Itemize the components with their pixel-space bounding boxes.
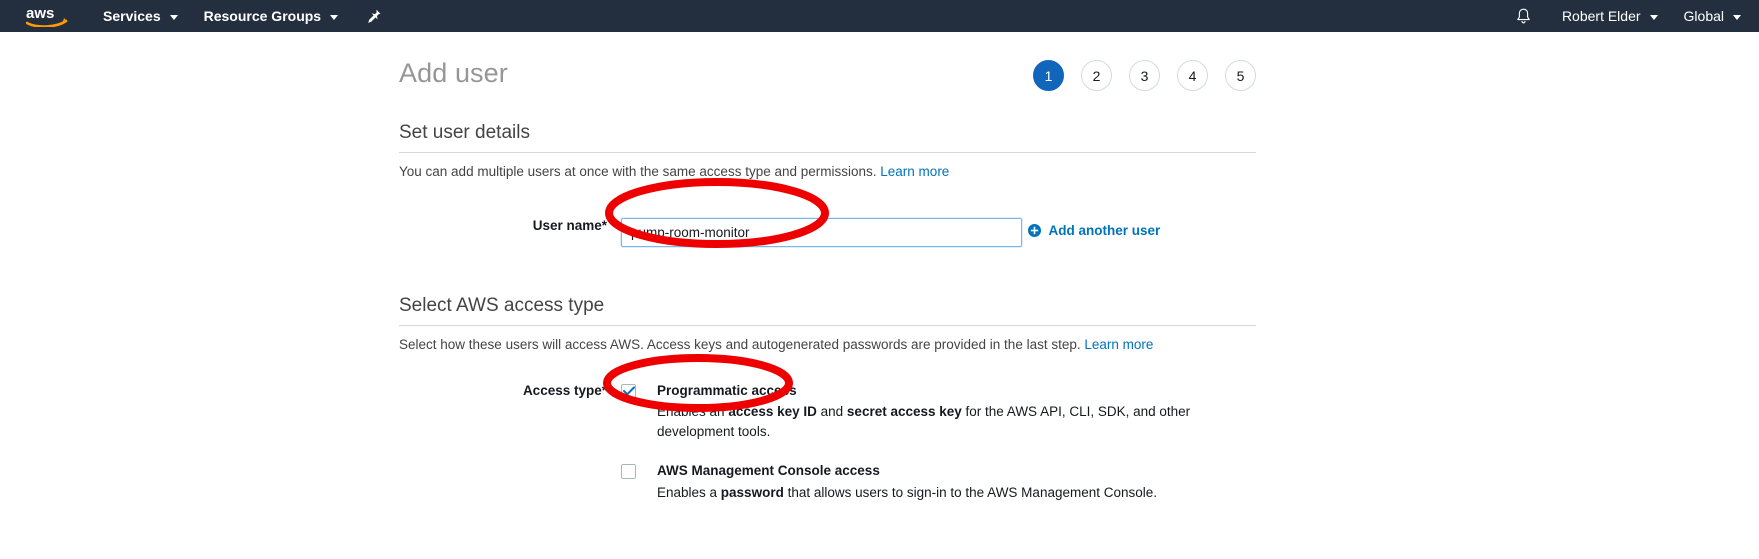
access-type-label: Access type* xyxy=(522,382,607,398)
console-access-title: AWS Management Console access xyxy=(657,463,880,479)
access-type-options: Programmatic access Enables an access ke… xyxy=(621,382,1256,503)
add-another-user-button[interactable]: Add another user xyxy=(1028,223,1160,238)
nav-right-group: Robert Elder Global xyxy=(1498,0,1759,32)
wizard-step-indicator: 1 2 3 4 5 xyxy=(1033,32,1256,91)
nav-item-region-menu[interactable]: Global xyxy=(1671,0,1759,32)
page-title: Add user xyxy=(399,58,508,88)
access-type-option-programmatic[interactable]: Programmatic access Enables an access ke… xyxy=(621,382,1256,442)
username-label: User name* xyxy=(532,217,607,233)
console-access-checkbox[interactable] xyxy=(621,464,636,480)
set-user-details-description: You can add multiple users at once with … xyxy=(399,163,1256,182)
wizard-step-1-number: 1 xyxy=(1044,67,1053,84)
access-type-block: Access type* Programmatic access Enables… xyxy=(399,382,1256,503)
wizard-step-1[interactable]: 1 xyxy=(1033,60,1064,91)
pin-icon[interactable] xyxy=(351,0,397,32)
nav-item-resource-groups[interactable]: Resource Groups xyxy=(191,0,351,32)
nav-services-label: Services xyxy=(103,8,161,24)
title-row: Add user 1 2 3 4 5 xyxy=(399,32,1256,91)
username-input[interactable] xyxy=(621,217,1022,247)
username-form-row: User name* Add another user xyxy=(399,213,1256,247)
wizard-step-2[interactable]: 2 xyxy=(1081,60,1112,91)
page-body: Add user 1 2 3 4 5 Set user details You … xyxy=(0,32,1759,503)
programmatic-access-checkbox[interactable] xyxy=(621,383,636,399)
wizard-step-2-number: 2 xyxy=(1092,67,1101,84)
programmatic-access-title: Programmatic access xyxy=(657,382,797,398)
wizard-step-3-number: 3 xyxy=(1140,67,1149,84)
bell-icon[interactable] xyxy=(1498,0,1549,32)
programmatic-access-description: Enables an access key ID and secret acce… xyxy=(657,404,1191,439)
select-access-type-description: Select how these users will access AWS. … xyxy=(399,336,1256,355)
console-access-description: Enables a password that allows users to … xyxy=(657,485,1158,500)
wizard-step-4-number: 4 xyxy=(1188,67,1197,84)
username-field-wrapper: Add another user xyxy=(621,213,1256,247)
add-another-user-label: Add another user xyxy=(1048,222,1161,238)
top-navigation-bar: aws Services Resource Groups Robert Elde… xyxy=(0,0,1759,32)
nav-resource-groups-label: Resource Groups xyxy=(203,8,322,24)
set-user-details-learn-more-link[interactable]: Learn more xyxy=(880,164,949,179)
select-access-type-heading: Select AWS access type xyxy=(399,295,1256,326)
chevron-down-icon xyxy=(1733,14,1741,20)
account-name-label: Robert Elder xyxy=(1561,8,1641,24)
wizard-step-4[interactable]: 4 xyxy=(1177,60,1208,91)
programmatic-access-text: Programmatic access Enables an access ke… xyxy=(657,382,1256,442)
wizard-step-3[interactable]: 3 xyxy=(1129,60,1160,91)
region-label: Global xyxy=(1683,8,1724,24)
checkmark-icon xyxy=(622,386,635,396)
nav-left-group: aws Services Resource Groups xyxy=(0,0,397,32)
chevron-down-icon xyxy=(1649,14,1658,20)
nav-item-account-menu[interactable]: Robert Elder xyxy=(1549,0,1671,32)
nav-item-services[interactable]: Services xyxy=(90,0,191,32)
access-type-option-console[interactable]: AWS Management Console access Enables a … xyxy=(621,462,1256,502)
chevron-down-icon xyxy=(330,14,339,20)
svg-text:aws: aws xyxy=(26,5,54,22)
plus-circle-icon xyxy=(1028,223,1042,237)
console-access-text: AWS Management Console access Enables a … xyxy=(657,462,1157,502)
select-access-type-description-text: Select how these users will access AWS. … xyxy=(399,336,1081,352)
chevron-down-icon xyxy=(169,14,178,20)
add-user-wizard: Add user 1 2 3 4 5 Set user details You … xyxy=(399,32,1256,503)
wizard-step-5-number: 5 xyxy=(1236,67,1245,84)
set-user-details-heading: Set user details xyxy=(399,122,1256,153)
wizard-step-5[interactable]: 5 xyxy=(1225,60,1256,91)
select-access-type-learn-more-link[interactable]: Learn more xyxy=(1084,337,1153,352)
aws-logo[interactable]: aws xyxy=(0,0,90,32)
set-user-details-description-text: You can add multiple users at once with … xyxy=(399,164,877,179)
